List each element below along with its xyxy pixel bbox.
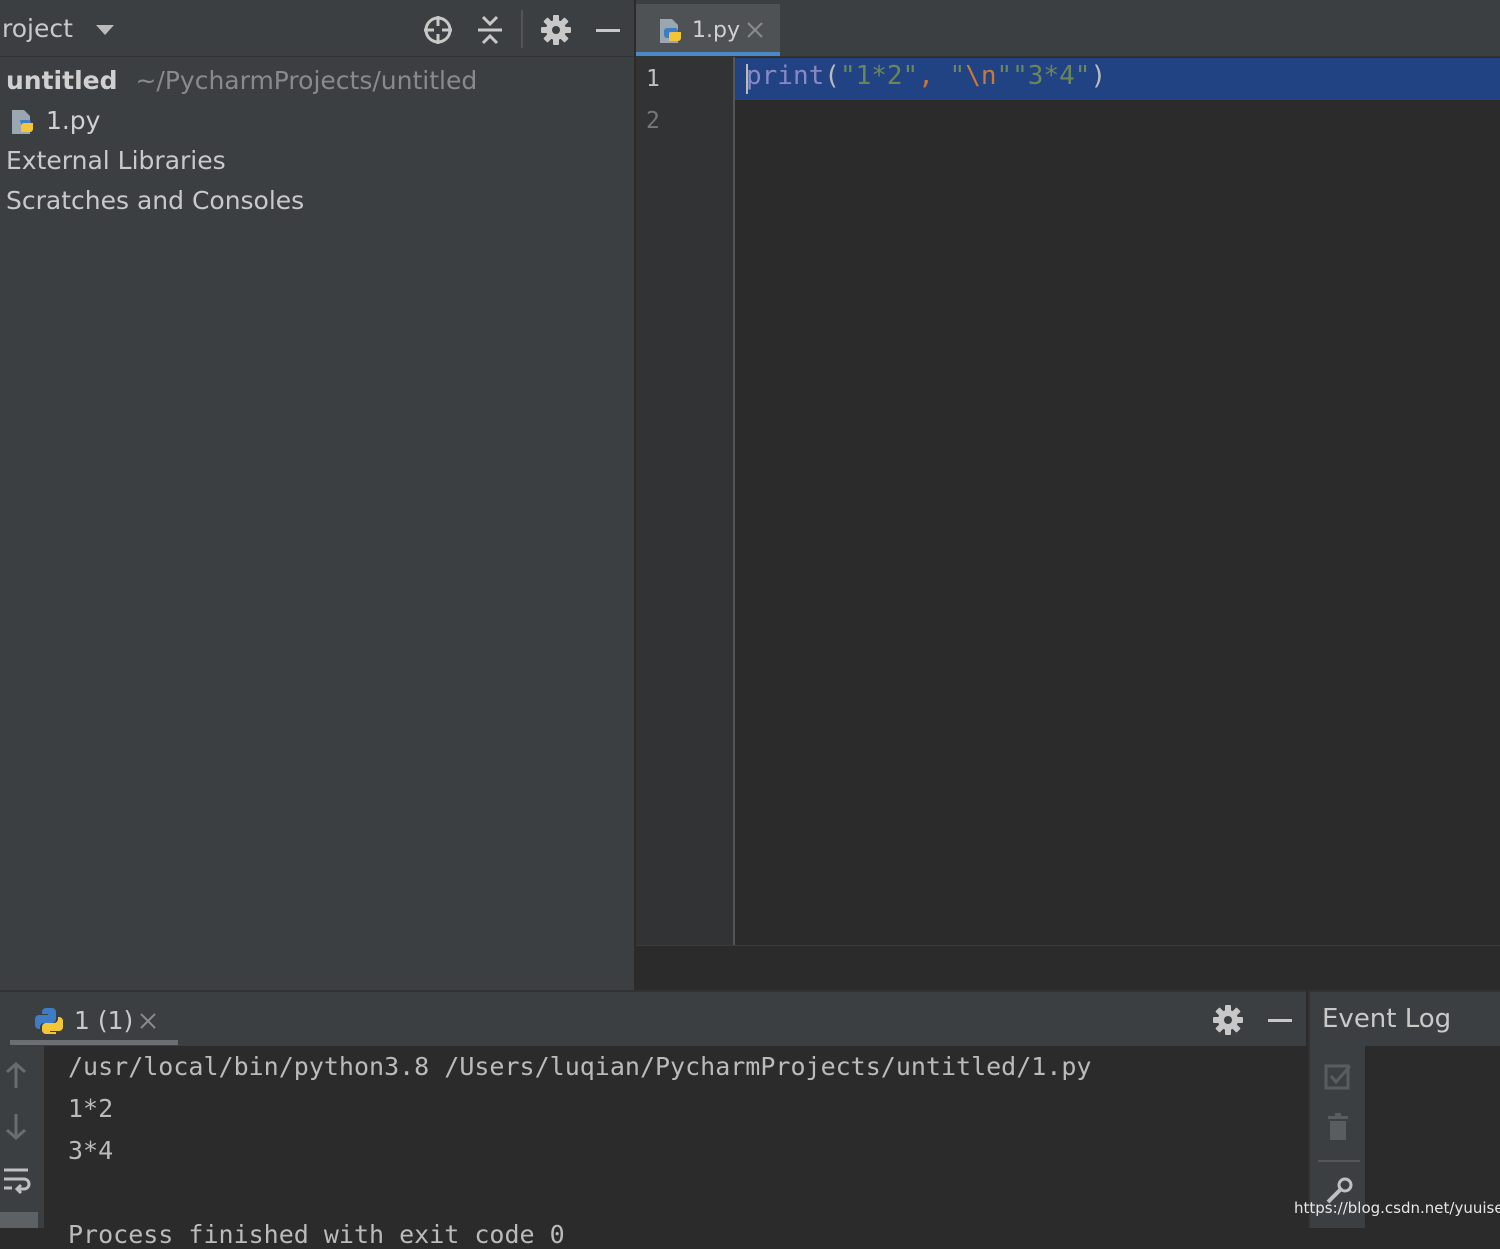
close-icon[interactable] — [139, 1012, 157, 1030]
run-panel-header: 1 (1) — [0, 990, 1306, 1048]
file-name: 1.py — [45, 106, 101, 135]
arrow-down-icon[interactable] — [4, 1112, 28, 1142]
gear-icon[interactable] — [1210, 1002, 1246, 1038]
code-string: " — [996, 61, 1013, 91]
event-log-header: Event Log — [1308, 990, 1500, 1048]
minimize-icon[interactable] — [590, 12, 626, 48]
toolbar-separator — [1318, 1160, 1360, 1162]
tree-item-scratches[interactable]: Scratches and Consoles — [6, 186, 304, 215]
editor-tab-label: 1.py — [692, 18, 740, 43]
console-line: 3*4 — [68, 1136, 114, 1165]
code-paren-open: ( — [824, 61, 840, 91]
code-function-name: print — [746, 61, 825, 91]
editor-gutter — [636, 57, 734, 945]
close-icon[interactable] — [746, 21, 764, 39]
trash-icon[interactable] — [1326, 1112, 1352, 1142]
run-toolbar — [0, 1046, 44, 1228]
gutter-divider — [733, 57, 735, 945]
event-log-title[interactable]: Event Log — [1322, 1004, 1451, 1034]
code-string: " — [933, 61, 966, 91]
project-root-path: ~/PycharmProjects/untitled — [135, 66, 478, 95]
console-line: /usr/local/bin/python3.8 /Users/luqian/P… — [68, 1052, 1092, 1081]
minimize-icon[interactable] — [1262, 1002, 1298, 1038]
project-view-selector[interactable]: roject — [2, 14, 115, 43]
tree-item-file[interactable]: 1.py — [8, 106, 100, 137]
code-editor[interactable] — [735, 57, 1500, 945]
project-root-name: untitled — [6, 66, 118, 95]
soft-wrap-icon[interactable] — [2, 1164, 32, 1194]
line-number: 1 — [646, 66, 660, 92]
external-libraries-label: External Libraries — [6, 146, 226, 175]
toolbar-separator — [521, 10, 523, 48]
gear-icon[interactable] — [538, 12, 574, 48]
chevron-down-icon — [95, 24, 115, 36]
editor-tab-1py[interactable]: 1.py — [636, 4, 780, 56]
code-string: "3*4" — [1012, 61, 1091, 91]
active-tab-indicator — [636, 52, 780, 56]
collapse-all-icon[interactable] — [472, 12, 508, 48]
console-line: 1*2 — [68, 1094, 114, 1123]
scratches-label: Scratches and Consoles — [6, 186, 305, 215]
code-escape: \n — [965, 61, 997, 91]
locate-icon[interactable] — [420, 12, 456, 48]
active-run-tab-indicator — [10, 1040, 178, 1045]
code-line-1[interactable]: print("1*2", "\n""3*4") — [746, 61, 1106, 91]
project-title-label: roject — [2, 14, 73, 43]
python-file-icon — [656, 16, 686, 46]
code-comma: , — [918, 61, 934, 91]
console-line: Process finished with exit code 0 — [68, 1220, 565, 1249]
editor-breadcrumb-bar — [636, 945, 1500, 991]
tree-item-external-libraries[interactable]: External Libraries — [6, 146, 226, 175]
arrow-up-icon[interactable] — [4, 1060, 28, 1090]
python-icon — [34, 1006, 64, 1036]
editor-tab-bar: 1.py — [636, 0, 1500, 57]
scroll-to-end-icon[interactable] — [0, 1212, 38, 1228]
mark-read-icon[interactable] — [1324, 1062, 1354, 1092]
text-caret — [746, 64, 748, 94]
line-number: 2 — [646, 108, 660, 134]
run-tab-label[interactable]: 1 (1) — [74, 1006, 133, 1035]
code-paren-close: ) — [1090, 61, 1107, 91]
code-string: "1*2" — [839, 61, 919, 91]
python-file-icon — [8, 107, 38, 137]
tree-item-project-root[interactable]: untitled ~/PycharmProjects/untitled — [6, 66, 477, 95]
watermark-text: https://blog.csdn.net/yuuisei — [1294, 1199, 1500, 1217]
